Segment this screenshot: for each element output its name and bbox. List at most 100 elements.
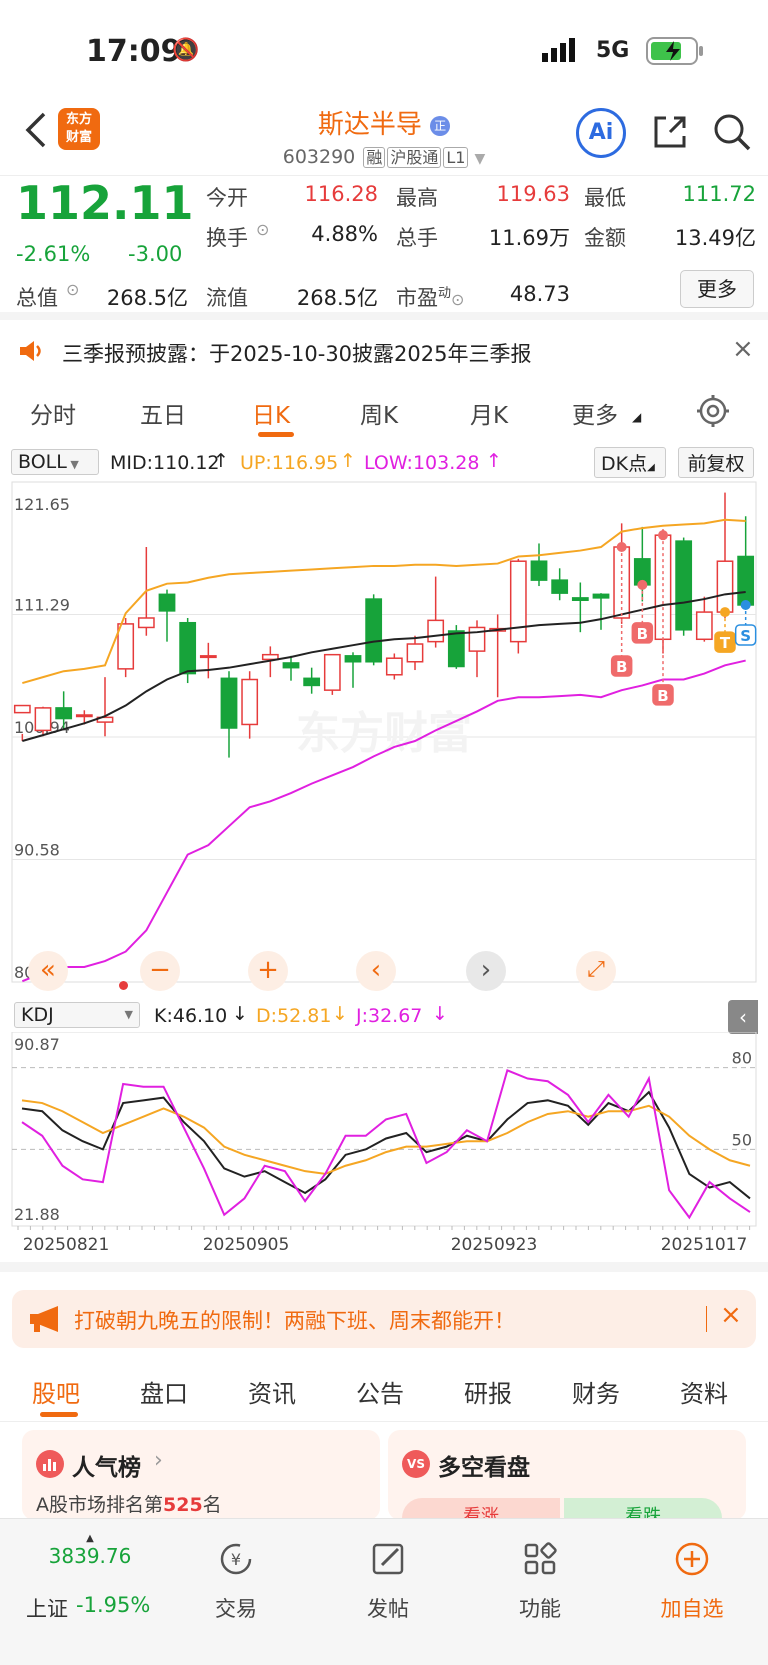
- zoom-out-button[interactable]: −: [140, 951, 180, 991]
- tab-5day[interactable]: 五日: [140, 396, 186, 430]
- signal-label: T: [720, 634, 731, 652]
- index-block[interactable]: ▲ 3839.76: [20, 1533, 160, 1568]
- candle: [571, 582, 589, 633]
- mcap-label: 总值: [16, 286, 58, 310]
- bullish-button[interactable]: 看涨: [402, 1498, 560, 1520]
- function-button[interactable]: 功能: [490, 1593, 590, 1623]
- settings-icon[interactable]: [696, 394, 730, 432]
- prev-button[interactable]: ‹: [356, 951, 396, 991]
- candle: [406, 635, 424, 671]
- signal-dot: [616, 542, 627, 553]
- bull-bear-title: 多空看盘: [438, 1455, 530, 1481]
- ai-button[interactable]: Ai: [576, 108, 626, 158]
- candle: [365, 594, 383, 666]
- indicator-select-kdj[interactable]: KDJ ▼: [14, 1002, 140, 1028]
- caret-icon: ◢: [632, 410, 642, 424]
- boll-mid: MID:110.12: [110, 452, 220, 474]
- candle: [633, 526, 651, 602]
- tab-intraday[interactable]: 分时: [30, 396, 76, 430]
- add-watchlist-button[interactable]: 加自选: [642, 1593, 742, 1623]
- adjust-button[interactable]: 前复权: [678, 447, 754, 478]
- trade-button[interactable]: 交易: [186, 1593, 286, 1623]
- candle: [695, 596, 713, 642]
- candle: [96, 677, 114, 737]
- zoom-in-button[interactable]: +: [248, 951, 288, 991]
- pe-value: 48.73: [509, 282, 570, 306]
- notice-bar[interactable]: 三季报预披露：于2025-10-30披露2025年三季报 ×: [0, 320, 768, 382]
- dropdown-icon: ▼: [124, 1008, 133, 1021]
- kdj-line-d: [21, 1099, 751, 1175]
- kline-chart[interactable]: 121.65111.29100.9490.5880.23东方财富BBBTS: [0, 476, 768, 1000]
- tab-weekly-k[interactable]: 周K: [360, 396, 398, 430]
- rewind-button[interactable]: «: [28, 951, 68, 991]
- bottom-bar: ▲ 3839.76 上证 -1.95% ¥ 交易 发帖 功能 加自选: [0, 1518, 768, 1665]
- dropdown-icon: ▼: [66, 458, 79, 471]
- section-divider: [0, 1262, 768, 1272]
- turnover-value: 4.88%: [311, 222, 378, 246]
- candle-body: [571, 597, 589, 601]
- search-icon[interactable]: [712, 112, 752, 156]
- current-price: 112.11: [16, 176, 194, 230]
- popularity-card[interactable]: 人气榜 › A股市场排名第525名: [22, 1430, 380, 1520]
- quote-panel: 112.11 -2.61% -3.00 总值 ⊙ 268.5亿 今开 116.2…: [0, 176, 768, 320]
- tab-daily-k[interactable]: 日K: [252, 396, 290, 430]
- candle: [385, 653, 403, 680]
- close-icon[interactable]: ×: [732, 334, 754, 364]
- close-icon[interactable]: ×: [720, 1300, 742, 1330]
- tab-market[interactable]: 盘口: [140, 1374, 188, 1409]
- info-icon[interactable]: ⊙: [256, 220, 269, 239]
- share-icon[interactable]: [650, 112, 690, 156]
- high-label: 最高: [396, 186, 438, 210]
- tab-forum[interactable]: 股吧: [32, 1374, 80, 1409]
- tab-more[interactable]: 更多: [572, 396, 618, 430]
- tab-news[interactable]: 资讯: [248, 1374, 296, 1409]
- info-icon[interactable]: ⊙: [66, 280, 79, 299]
- popularity-title: 人气榜: [72, 1455, 141, 1481]
- candle-body: [158, 593, 176, 612]
- arrow-down-icon: ↓: [432, 1003, 448, 1025]
- active-tab-indicator: [258, 432, 294, 437]
- signal-dot: [720, 607, 730, 618]
- candle-body: [551, 579, 569, 594]
- bearish-button[interactable]: 看跌: [564, 1498, 722, 1520]
- status-time: 17:09: [86, 34, 182, 69]
- indicator-select-boll[interactable]: BOLL ▼: [11, 449, 99, 475]
- more-button[interactable]: 更多: [680, 270, 754, 308]
- candle: [489, 614, 507, 698]
- tab-monthly-k[interactable]: 月K: [470, 396, 508, 430]
- candle-body: [199, 655, 217, 659]
- dropdown-icon[interactable]: ▼: [474, 151, 485, 167]
- bull-bear-card[interactable]: VS 多空看盘 看涨 看跌: [388, 1430, 746, 1520]
- candle-body: [137, 617, 155, 629]
- candle: [323, 653, 341, 695]
- pe-label: 市盈动⊙: [396, 282, 464, 312]
- signal-label: S: [740, 627, 751, 645]
- dk-label: DK点: [601, 453, 648, 475]
- turnover-label: 换手: [206, 226, 248, 250]
- candle-body: [695, 611, 713, 641]
- kdj-label: KDJ: [21, 1004, 54, 1026]
- fullscreen-button[interactable]: ⤢: [576, 951, 616, 991]
- tab-profile[interactable]: 资料: [680, 1374, 728, 1409]
- tab-finance[interactable]: 财务: [572, 1374, 620, 1409]
- candle: [220, 671, 238, 758]
- promo-banner[interactable]: 打破朝九晚五的限制！两融下班、周末都能开！ ×: [12, 1290, 756, 1348]
- candle: [344, 652, 362, 688]
- chart-bar-icon: [36, 1450, 64, 1478]
- add-circle-icon: [642, 1539, 742, 1588]
- nav-bar: 东方财富 斯达半导 正 603290 融沪股通 L1 ▼ Ai: [0, 96, 768, 176]
- collapse-panel-button[interactable]: ‹: [728, 1000, 758, 1034]
- tab-announcements[interactable]: 公告: [356, 1374, 404, 1409]
- y-tick-label: 90.58: [14, 841, 60, 860]
- dk-point-button[interactable]: DK点◢: [594, 447, 666, 478]
- arrow-down-icon: ↓: [232, 1003, 248, 1025]
- kdj-chart[interactable]: 80 50 90.87 21.88 20250821 20250905 20250923 20…: [0, 1032, 768, 1278]
- stock-name: 斯达半导: [317, 110, 422, 140]
- boll-low: LOW:103.28: [364, 452, 480, 474]
- next-button[interactable]: ›: [466, 951, 506, 991]
- tab-research[interactable]: 研报: [464, 1374, 512, 1409]
- candle-body: [220, 677, 238, 729]
- post-button[interactable]: 发帖: [338, 1593, 438, 1623]
- candle-body: [530, 560, 548, 581]
- ref-line-label: 50: [732, 1130, 752, 1149]
